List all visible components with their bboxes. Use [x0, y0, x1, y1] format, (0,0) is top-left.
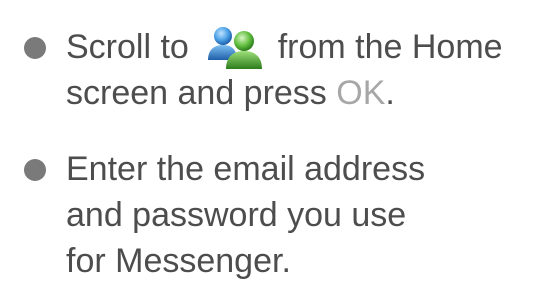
step-1-line-2: screen and press OK. [66, 70, 540, 116]
step-1-text-after-icon: from the Home [268, 28, 503, 66]
step-1-text: Scroll to from the Home screen and press… [66, 24, 540, 116]
messenger-icon [204, 24, 264, 70]
step-2-line-2: and password you use [66, 196, 407, 234]
step-2-line-3: for Messenger. [66, 242, 291, 280]
step-1-period: . [385, 74, 395, 112]
step-1-line-1: Scroll to from the Home [66, 24, 540, 70]
step-2-line-1: Enter the email address [66, 150, 426, 188]
step-2-text: Enter the email address and password you… [66, 146, 540, 284]
instruction-page: Scroll to from the Home screen and press… [0, 0, 544, 286]
bullet-icon [24, 159, 46, 181]
step-1-text-before-icon: Scroll to [66, 28, 199, 66]
step-1-text-before-key: screen and press [66, 74, 327, 112]
bullet-icon [24, 37, 46, 59]
ok-key-label: OK [336, 74, 386, 112]
